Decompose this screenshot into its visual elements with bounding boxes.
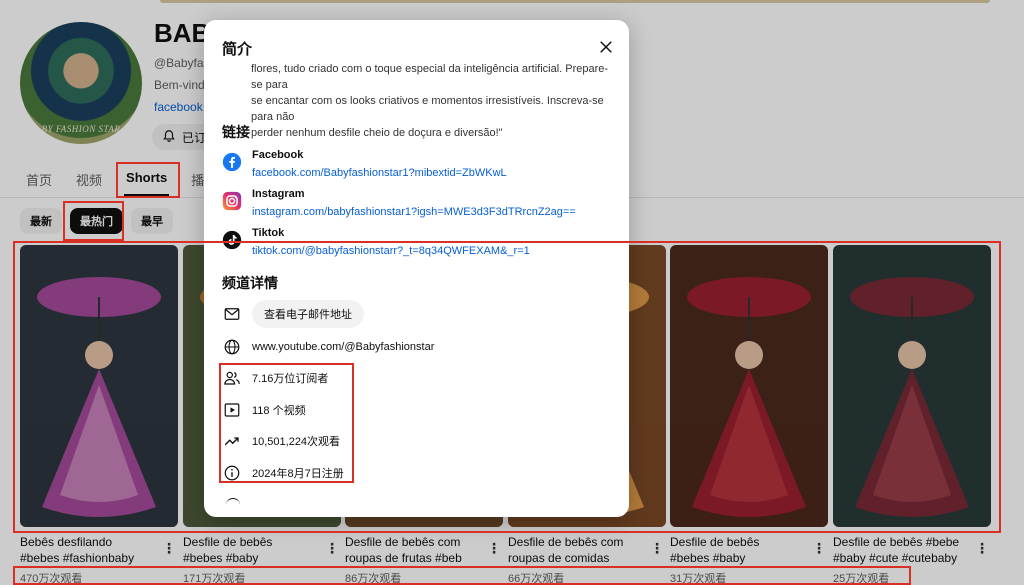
video-count: 118 个视频 (252, 405, 306, 417)
view-email-button[interactable]: 查看电子邮件地址 (252, 300, 364, 328)
link-name: Instagram (252, 188, 305, 200)
details-heading: 频道详情 (222, 275, 278, 291)
link-url[interactable]: facebook.com/Babyfashionstar1?mibextid=Z… (252, 167, 507, 179)
subscribers-row: 7.16万位订阅者 (222, 368, 328, 388)
close-icon[interactable] (597, 38, 615, 56)
links-heading: 链接 (222, 124, 250, 140)
dialog-title: 简介 (222, 41, 253, 58)
description-line: flores, tudo criado com o toque especial… (251, 63, 609, 91)
subscriber-count: 7.16万位订阅者 (252, 373, 329, 385)
link-url[interactable]: instagram.com/babyfashionstar1?igsh=MWE3… (252, 206, 576, 218)
joined-row: 2024年8月7日注册 (222, 463, 344, 483)
channel-url[interactable]: www.youtube.com/@Babyfashionstar (252, 341, 434, 353)
about-dialog: 简介 flores, tudo criado com o toque espec… (204, 20, 629, 517)
instagram-icon (222, 191, 242, 211)
description-line: perder nenhum desfile cheio de doçura e … (251, 127, 503, 139)
video-icon (222, 400, 242, 420)
link-name: Tiktok (252, 227, 285, 239)
link-url[interactable]: tiktok.com/@babyfashionstarr?_t=8q34QWFE… (252, 245, 530, 257)
description-line: se encantar com os looks criativos e mom… (251, 95, 604, 123)
facebook-icon (222, 152, 242, 172)
videos-row: 118 个视频 (222, 400, 306, 420)
link-name: Facebook (252, 149, 304, 161)
email-row: 查看电子邮件地址 (222, 300, 364, 328)
info-icon (222, 463, 242, 483)
tiktok-icon (222, 230, 242, 250)
views-row: 10,501,224次观看 (222, 431, 340, 451)
people-icon (222, 368, 242, 388)
channel-url-row: www.youtube.com/@Babyfashionstar (222, 337, 434, 357)
globe-icon (222, 337, 242, 357)
more-icon (226, 498, 240, 512)
join-date: 2024年8月7日注册 (252, 468, 344, 480)
trending-icon (222, 431, 242, 451)
total-views: 10,501,224次观看 (252, 436, 341, 448)
mail-icon (222, 304, 242, 324)
channel-description: flores, tudo criado com o toque especial… (251, 63, 616, 141)
